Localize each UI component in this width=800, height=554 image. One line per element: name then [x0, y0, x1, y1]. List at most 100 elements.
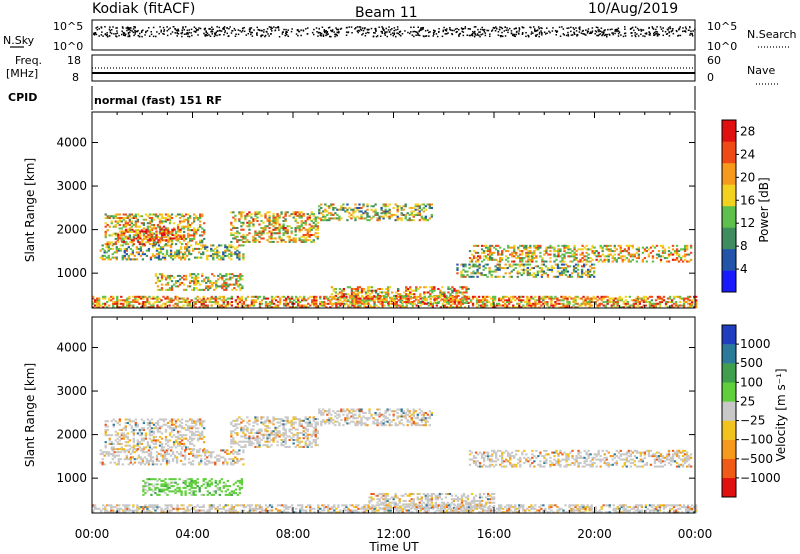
- heatmap-cell: [443, 299, 447, 302]
- heatmap-cell: [621, 255, 624, 258]
- heatmap-cell: [445, 297, 449, 300]
- nsky-sample: [620, 34, 622, 36]
- heatmap-cell: [541, 260, 544, 263]
- heatmap-cell: [363, 301, 366, 304]
- heatmap-cell: [168, 276, 172, 279]
- heatmap-cell: [532, 304, 535, 307]
- nsky-sample: [249, 27, 251, 29]
- heatmap-cell: [490, 258, 494, 261]
- heatmap-cell: [443, 301, 447, 304]
- nsky-sample: [634, 34, 636, 36]
- heatmap-cell: [526, 295, 529, 298]
- heatmap-cell: [145, 249, 149, 252]
- heatmap-cell: [682, 302, 686, 305]
- nsky-sample: [170, 33, 172, 35]
- nsky-sample: [115, 27, 117, 29]
- nsky-sample: [453, 29, 455, 32]
- nsky-sample: [336, 34, 338, 37]
- heatmap-cell: [161, 454, 165, 457]
- heatmap-cell: [362, 203, 365, 206]
- heatmap-cell: [143, 456, 147, 459]
- heatmap-cell: [116, 220, 119, 223]
- nsky-sample: [193, 30, 195, 33]
- heatmap-cell: [148, 302, 151, 305]
- heatmap-cell: [276, 304, 280, 307]
- heatmap-cell: [447, 297, 451, 300]
- heatmap-cell: [399, 297, 402, 300]
- heatmap-cell: [506, 304, 509, 307]
- heatmap-cell: [302, 213, 305, 216]
- nsky-sample: [327, 27, 330, 29]
- heatmap-cell: [168, 274, 172, 277]
- heatmap-cell: [318, 210, 321, 213]
- heatmap-cell: [683, 255, 687, 258]
- nsky-sample: [287, 35, 289, 37]
- heatmap-cell: [621, 258, 624, 261]
- heatmap-cell: [596, 304, 599, 307]
- heatmap-cell: [189, 452, 193, 455]
- nsky-sample: [413, 35, 415, 38]
- heatmap-cell: [278, 232, 281, 235]
- heatmap-cell: [544, 297, 547, 300]
- heatmap-cell: [165, 452, 169, 455]
- nsky-sample: [642, 35, 644, 37]
- heatmap-cell: [673, 250, 677, 253]
- heatmap-cell: [324, 210, 327, 213]
- heatmap-cell: [126, 223, 129, 226]
- heatmap-cell: [220, 304, 223, 307]
- nsky-sample: [286, 34, 288, 36]
- heatmap-cell: [304, 240, 307, 243]
- heatmap-cell: [416, 212, 419, 215]
- heatmap-cell: [198, 297, 201, 300]
- heatmap-cell: [236, 235, 239, 238]
- nsky-sample: [211, 33, 213, 35]
- heatmap-cell: [282, 220, 285, 223]
- nsky-sample: [493, 27, 496, 29]
- heatmap-cell: [534, 302, 537, 305]
- heatmap-cell: [176, 274, 180, 277]
- heatmap-cell: [330, 217, 333, 220]
- nsky-tick-top: 10^5: [53, 20, 83, 33]
- heatmap-cell: [295, 297, 298, 300]
- heatmap-cell: [225, 278, 228, 281]
- heatmap-cell: [518, 297, 521, 300]
- nsky-sample: [148, 35, 151, 37]
- heatmap-cell: [385, 299, 388, 302]
- heatmap-cell: [343, 302, 346, 305]
- heatmap-cell: [479, 301, 483, 304]
- heatmap-cell: [248, 240, 251, 243]
- nsky-sample: [278, 29, 280, 31]
- nsky-sample: [433, 33, 435, 36]
- heatmap-cell: [688, 302, 692, 305]
- heatmap-cell: [250, 216, 253, 219]
- heatmap-cell: [174, 230, 178, 233]
- heatmap-cell: [522, 299, 525, 302]
- nsky-sample: [689, 26, 691, 29]
- heatmap-cell: [592, 295, 595, 298]
- heatmap-cell: [572, 268, 576, 271]
- heatmap-cell: [230, 463, 233, 466]
- heatmap-cell: [661, 251, 665, 254]
- nsky-sample: [609, 28, 612, 31]
- nsky-sample: [638, 29, 640, 31]
- heatmap-cell: [242, 233, 245, 236]
- heatmap-cell: [336, 296, 340, 299]
- heatmap-cell: [109, 247, 112, 250]
- nsky-sample: [186, 32, 188, 34]
- nsky-sample: [298, 30, 301, 33]
- heatmap-cell: [165, 459, 169, 462]
- heatmap-cell: [152, 213, 156, 216]
- heatmap-cell: [234, 299, 238, 302]
- heatmap-cell: [373, 301, 376, 304]
- heatmap-cell: [166, 274, 170, 277]
- heatmap-cell: [468, 275, 471, 278]
- heatmap-cell: [196, 247, 199, 250]
- heatmap-cell: [268, 301, 272, 304]
- heatmap-cell: [660, 297, 664, 300]
- heatmap-cell: [186, 232, 190, 235]
- heatmap-cell: [472, 265, 475, 268]
- heatmap-cell: [542, 295, 545, 298]
- heatmap-cell: [497, 250, 500, 253]
- heatmap-cell: [493, 258, 496, 261]
- heatmap-cell: [132, 299, 135, 302]
